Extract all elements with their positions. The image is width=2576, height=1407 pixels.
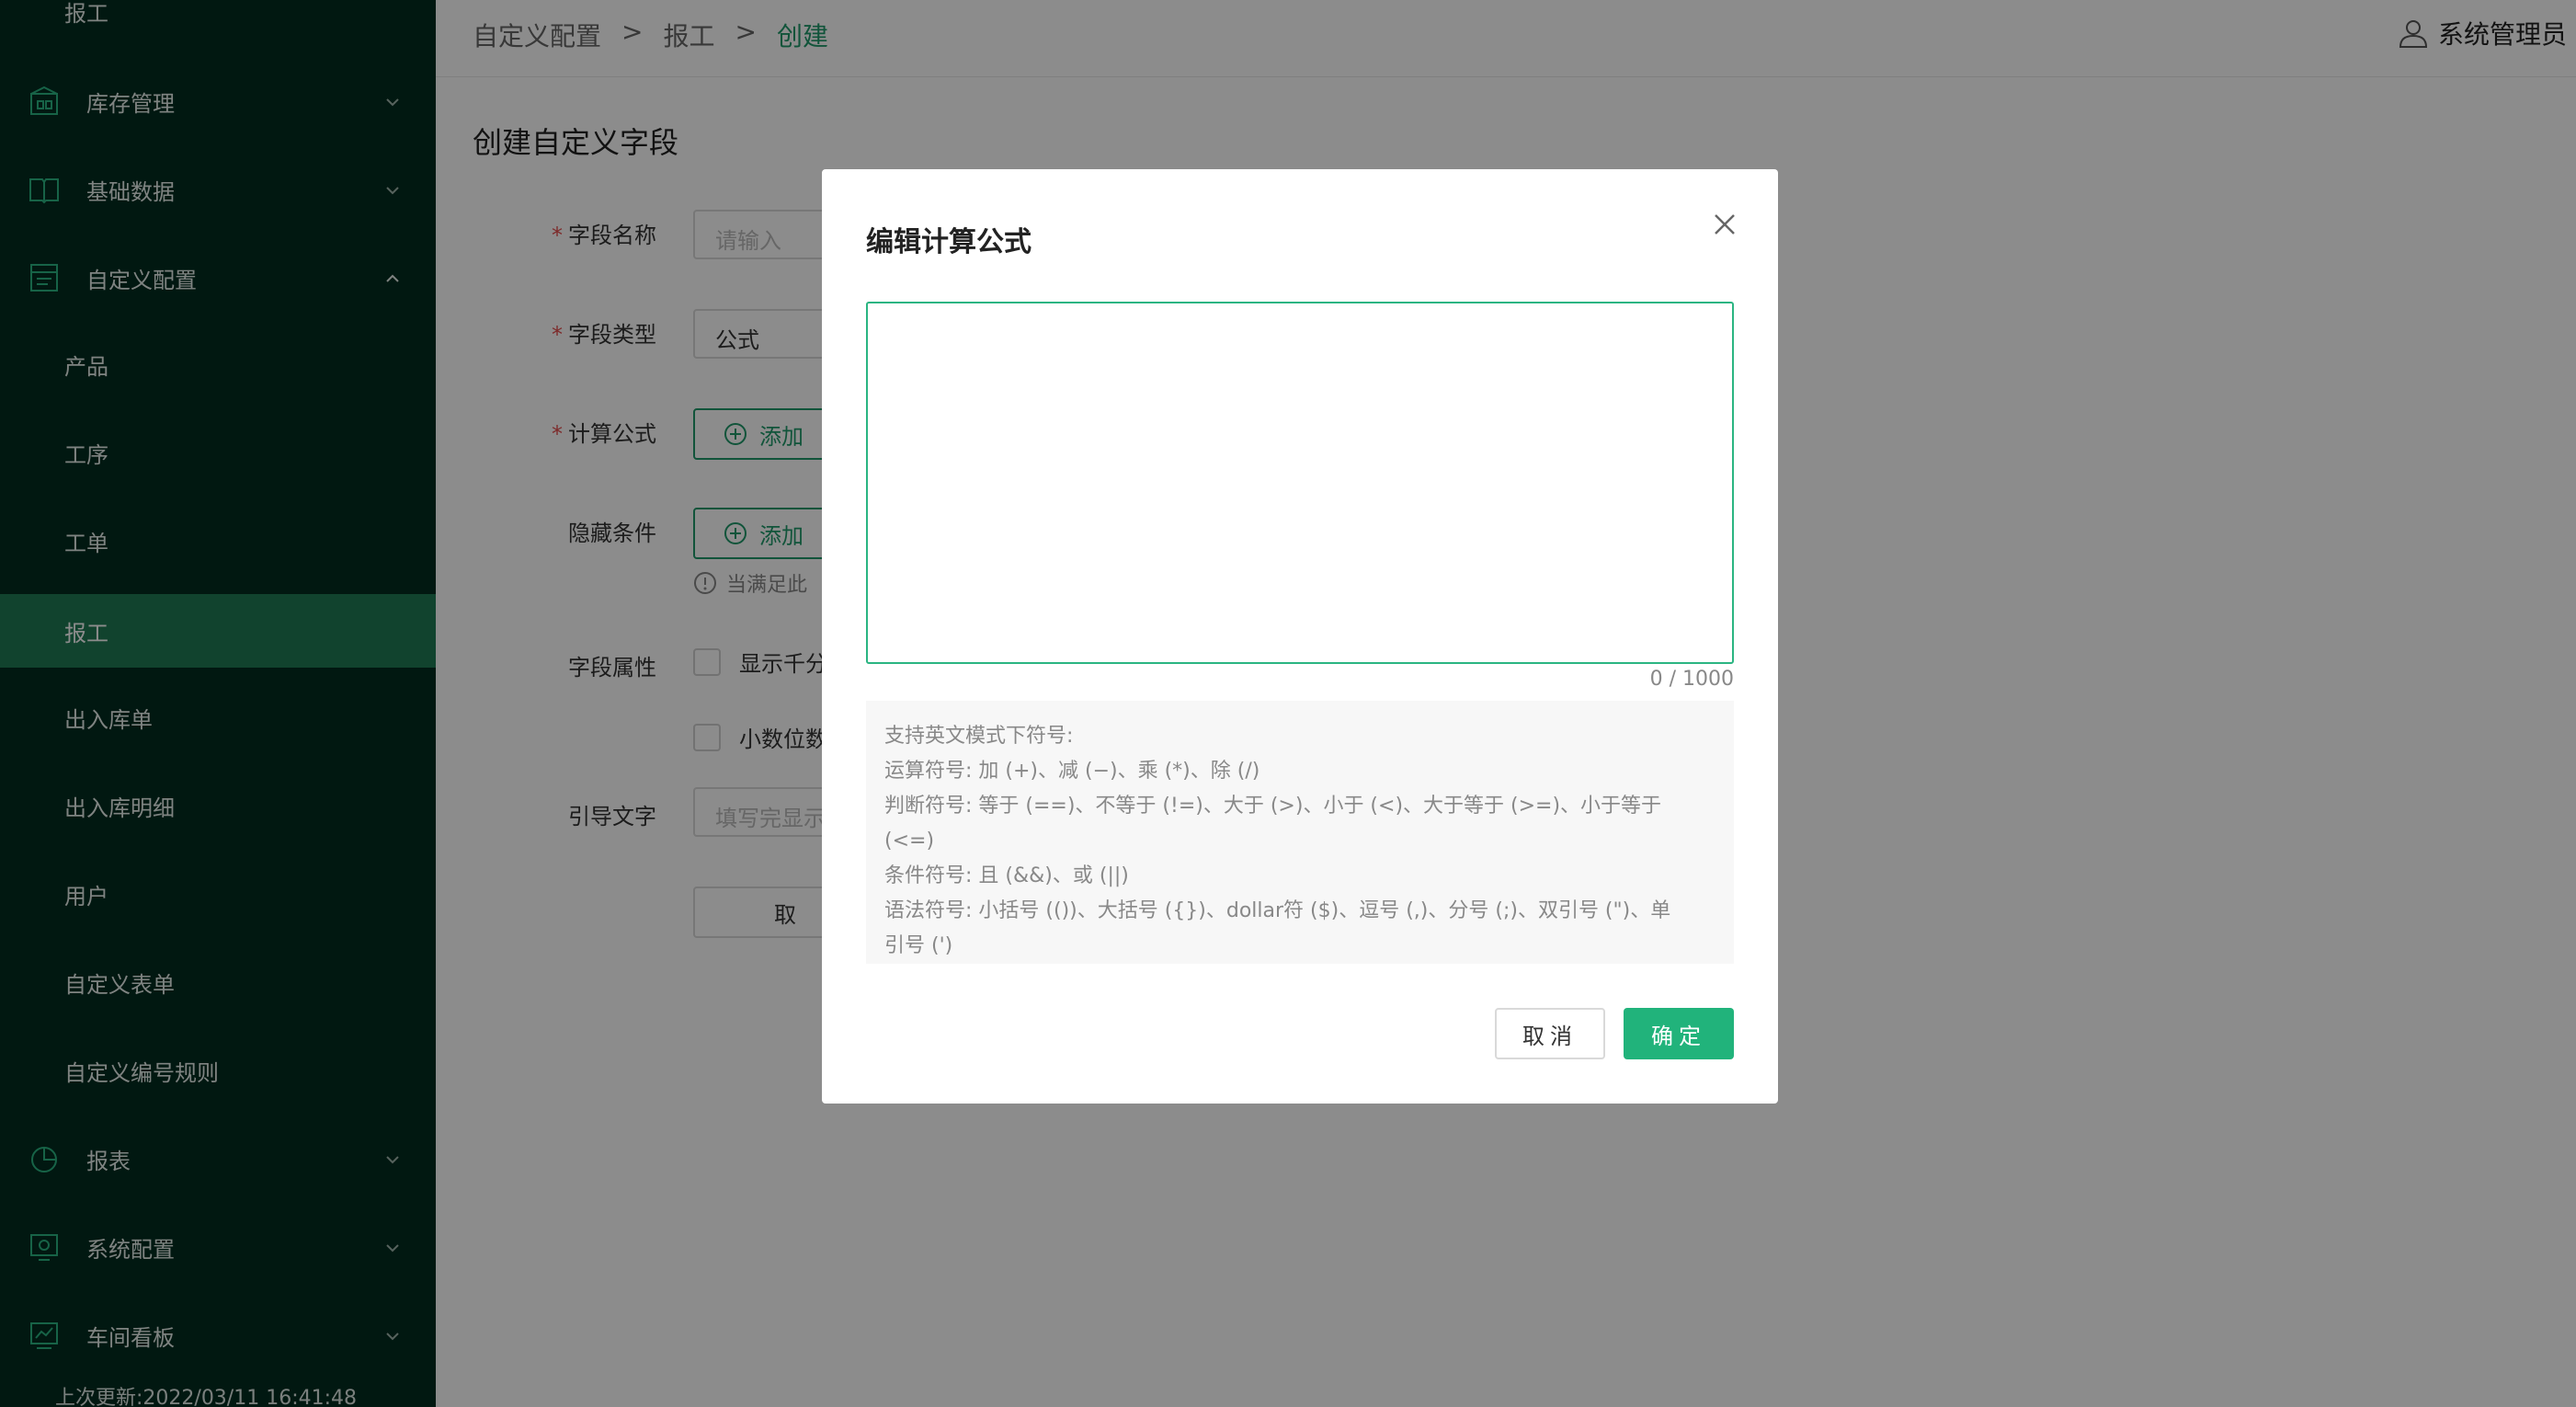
help-line: 语法符号: 小括号 (())、大括号 ({})、dollar符 ($)、逗号 (… [884, 899, 1671, 922]
dialog-cancel-button[interactable]: 取消 [1495, 1008, 1605, 1059]
help-line: 支持英文模式下符号: [884, 725, 1074, 748]
help-line: 运算符号: 加 (+)、减 (−)、乘 (*)、除 (/) [884, 760, 1260, 783]
help-line: (<=) [884, 829, 935, 852]
close-icon[interactable] [1708, 208, 1741, 241]
edit-formula-dialog: 编辑计算公式 0 / 1000 支持英文模式下符号: 运算符号: 加 (+)、减… [822, 169, 1778, 1104]
formula-textarea[interactable] [866, 302, 1734, 664]
char-counter: 0 / 1000 [1649, 668, 1734, 691]
help-line: 引号 (') [884, 934, 953, 957]
dialog-ok-button[interactable]: 确定 [1624, 1008, 1734, 1059]
help-line: 条件符号: 且 (&&)、或 (||) [884, 864, 1129, 887]
symbol-help-panel: 支持英文模式下符号: 运算符号: 加 (+)、减 (−)、乘 (*)、除 (/)… [866, 701, 1734, 964]
help-line: 判断符号: 等于 (==)、不等于 (!=)、大于 (>)、小于 (<)、大于等… [884, 795, 1662, 818]
dialog-title: 编辑计算公式 [866, 226, 1032, 258]
